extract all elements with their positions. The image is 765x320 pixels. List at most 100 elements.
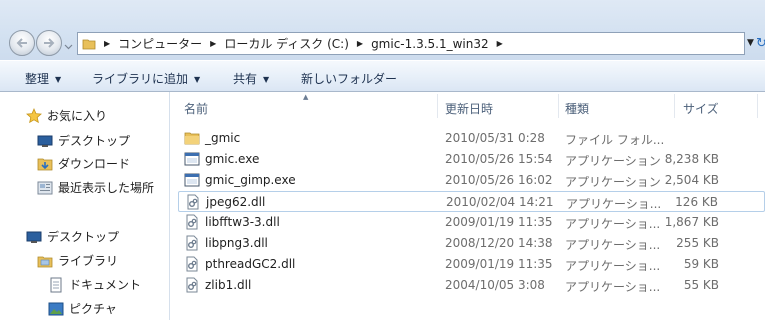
column-separator[interactable] (437, 94, 438, 118)
documents-icon (48, 277, 64, 293)
breadcrumb-gmic-folder[interactable]: gmic-1.3.5.1_win32 (371, 37, 489, 51)
refresh-icon[interactable]: ↻ (756, 36, 765, 51)
back-button[interactable] (9, 30, 35, 56)
file-type: アプリケーション (565, 154, 661, 168)
add-to-library-label: ライブラリに追加 (92, 72, 189, 86)
column-header-type[interactable]: 種類 (565, 100, 589, 117)
column-separator[interactable] (757, 94, 758, 118)
file-type: アプリケーショ... (565, 259, 661, 273)
nav-item-recent-places[interactable]: 最近表示した場所 (37, 179, 154, 196)
nav-label: ピクチャ (69, 302, 117, 316)
file-name: gmic.exe (205, 152, 260, 166)
file-size: 2,504 KB (664, 173, 719, 187)
nav-label: ライブラリ (58, 254, 119, 268)
file-row[interactable]: gmic_gimp.exe 2010/05/26 16:02 アプリケーション 2,5… (178, 170, 765, 191)
file-size: 59 KB (683, 257, 719, 271)
nav-item-downloads[interactable]: ダウンロード (37, 155, 130, 172)
command-bar: 整理 ▼ ライブラリに追加 ▼ 共有 ▼ 新しいフォルダー (0, 60, 765, 92)
nav-label: デスクトップ (47, 230, 120, 244)
nav-item-desktop[interactable]: デスクトップ (37, 132, 130, 149)
arrow-right-icon (44, 38, 55, 48)
breadcrumb-arrow-icon[interactable]: ▶ (497, 39, 503, 48)
nav-label: 最近表示した場所 (58, 181, 155, 195)
breadcrumb-arrow-icon[interactable]: ▶ (104, 39, 110, 48)
downloads-folder-icon (37, 156, 53, 172)
file-row[interactable]: _gmic 2010/05/31 0:28 ファイル フォル... (178, 128, 765, 149)
exe-icon (184, 172, 200, 188)
column-separator[interactable] (674, 94, 675, 118)
file-name: gmic_gimp.exe (205, 173, 296, 187)
sort-ascending-icon: ▲ (303, 93, 309, 101)
column-header-size[interactable]: サイズ (683, 100, 719, 117)
file-size: 8,238 KB (664, 152, 719, 166)
nav-item-desktop-root[interactable]: デスクトップ (26, 228, 119, 245)
file-size: 1,867 KB (664, 215, 719, 229)
folder-icon (82, 39, 96, 49)
recent-places-icon (37, 180, 53, 196)
file-type: アプリケーション (565, 175, 661, 189)
address-bar[interactable]: ▶ コンピューター ▶ ローカル ディスク (C:) ▶ gmic-1.3.5.… (77, 32, 745, 55)
desktop-icon (37, 133, 53, 149)
organize-button[interactable]: 整理 ▼ (25, 70, 61, 87)
nav-label: ダウンロード (58, 157, 131, 171)
new-folder-button[interactable]: 新しいフォルダー (301, 70, 397, 87)
file-size: 126 KB (675, 195, 718, 209)
file-name: _gmic (205, 131, 241, 145)
caret-down-icon: ▼ (194, 75, 201, 84)
column-header-name[interactable]: 名前 (184, 100, 208, 117)
exe-icon (184, 151, 200, 167)
organize-label: 整理 (25, 72, 50, 86)
file-name: zlib1.dll (205, 278, 252, 292)
chevron-down-icon (64, 44, 73, 50)
file-name: jpeg62.dll (206, 195, 266, 209)
folder-icon (184, 130, 200, 146)
navigation-pane: お気に入り デスクトップ ダウンロード 最近表示した場所 デスクトップ ライブラ… (0, 92, 170, 320)
nav-item-favorites[interactable]: お気に入り (26, 107, 107, 124)
dll-icon (184, 214, 200, 230)
nav-label: ドキュメント (69, 278, 142, 292)
file-size: 55 KB (683, 278, 719, 292)
file-row[interactable]: libpng3.dll 2008/12/20 14:38 アプリケーショ... 255… (178, 233, 765, 254)
file-modified-date: 2009/01/19 11:35 (445, 257, 553, 271)
dll-icon (185, 194, 201, 210)
file-row[interactable]: libfftw3-3.dll 2009/01/19 11:35 アプリケーショ...… (178, 212, 765, 233)
recent-pages-dropdown[interactable] (64, 39, 73, 53)
dll-icon (184, 277, 200, 293)
file-row[interactable]: gmic.exe 2010/05/26 15:54 アプリケーション 8,238 KB (178, 149, 765, 170)
share-label: 共有 (233, 72, 258, 86)
nav-label: お気に入り (47, 109, 108, 123)
address-history-dropdown-icon[interactable]: ▼ (747, 38, 754, 48)
dll-icon (184, 235, 200, 251)
library-icon (37, 253, 53, 269)
add-to-library-button[interactable]: ライブラリに追加 ▼ (92, 70, 200, 87)
breadcrumb-arrow-icon[interactable]: ▶ (357, 39, 363, 48)
file-row[interactable]: zlib1.dll 2004/10/05 3:08 アプリケーショ... 55 KB (178, 275, 765, 296)
nav-item-documents[interactable]: ドキュメント (48, 276, 141, 293)
file-type: アプリケーショ... (566, 197, 662, 211)
file-name: pthreadGC2.dll (205, 257, 296, 271)
file-row[interactable]: pthreadGC2.dll 2009/01/19 11:35 アプリケーショ...… (178, 254, 765, 275)
column-header-row: ▲ 名前 更新日時 種類 サイズ (171, 92, 765, 120)
file-name: libfftw3-3.dll (205, 215, 280, 229)
nav-item-pictures[interactable]: ピクチャ (48, 300, 117, 317)
arrow-left-icon (16, 38, 27, 48)
file-list: ▲ 名前 更新日時 種類 サイズ _gmic 2010/05/31 0:28 ファイ… (171, 92, 765, 320)
file-modified-date: 2009/01/19 11:35 (445, 215, 553, 229)
forward-button[interactable] (36, 30, 62, 56)
breadcrumb-local-disk[interactable]: ローカル ディスク (C:) (224, 35, 349, 52)
breadcrumb-computer[interactable]: コンピューター (118, 35, 202, 52)
nav-item-libraries[interactable]: ライブラリ (37, 252, 118, 269)
column-separator[interactable] (558, 94, 559, 118)
breadcrumb-arrow-icon[interactable]: ▶ (210, 39, 216, 48)
file-modified-date: 2008/12/20 14:38 (445, 236, 553, 250)
file-modified-date: 2004/10/05 3:08 (445, 278, 545, 292)
caret-down-icon: ▼ (55, 75, 62, 84)
pictures-icon (48, 301, 64, 317)
address-bar-area: ▶ コンピューター ▶ ローカル ディスク (C:) ▶ gmic-1.3.5.… (0, 0, 765, 60)
file-type: アプリケーショ... (565, 238, 661, 252)
file-modified-date: 2010/05/31 0:28 (445, 131, 545, 145)
desktop-icon (26, 229, 42, 245)
column-header-date[interactable]: 更新日時 (445, 100, 493, 117)
share-button[interactable]: 共有 ▼ (233, 70, 269, 87)
file-row[interactable]: jpeg62.dll 2010/02/04 14:21 アプリケーショ... 126 … (178, 191, 765, 212)
